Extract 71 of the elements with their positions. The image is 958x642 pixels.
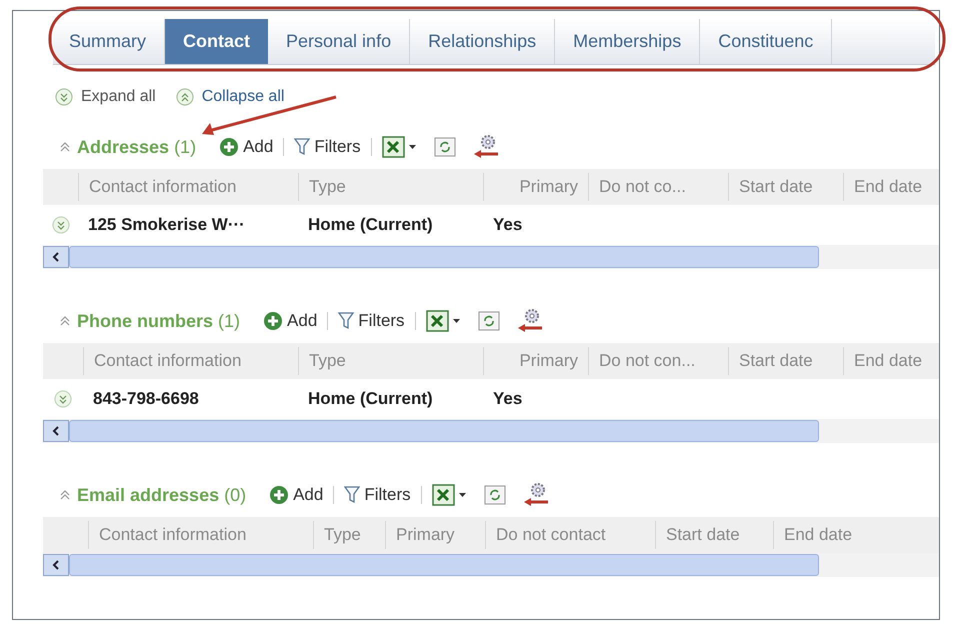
tab[interactable]: Contact	[165, 19, 268, 64]
plus-icon	[270, 486, 288, 504]
horizontal-scrollbar[interactable]	[43, 245, 939, 269]
tab[interactable]: Constituenc	[700, 19, 832, 64]
column-header[interactable]: Contact information	[83, 347, 298, 375]
expand-icon[interactable]	[55, 88, 73, 106]
table-cell-text: Home (Current)	[307, 388, 434, 410]
gear-icon[interactable]	[522, 482, 550, 508]
expand-all-link[interactable]: Expand all	[81, 85, 156, 109]
column-header[interactable]: Do not contact	[485, 521, 655, 549]
gear-icon[interactable]	[516, 308, 544, 334]
column-header[interactable]: Do not con...	[588, 347, 728, 375]
table-cell-text: 843-798-6698	[92, 388, 200, 410]
add-button[interactable]: Add	[220, 134, 274, 160]
spreadsheet-icon[interactable]	[432, 484, 468, 506]
column-header[interactable]: Do not co...	[588, 173, 728, 201]
column-header[interactable]: End date	[773, 521, 873, 549]
filters-button[interactable]: Filters	[294, 134, 361, 160]
refresh-icon[interactable]	[478, 311, 500, 331]
column-header[interactable]: Start date	[728, 173, 843, 201]
refresh-icon[interactable]	[484, 485, 506, 505]
column-header[interactable]: Type	[298, 173, 483, 201]
column-header[interactable]: Start date	[655, 521, 773, 549]
expand-icon[interactable]	[52, 216, 70, 234]
horizontal-scrollbar[interactable]	[43, 419, 939, 443]
chevron-left-icon	[51, 559, 61, 571]
table-cell-text: Yes	[492, 388, 524, 410]
collapse-icon[interactable]	[59, 141, 71, 153]
tab[interactable]: Memberships	[555, 19, 700, 64]
filters-button[interactable]: Filters	[338, 308, 405, 334]
table-cell-text: Home (Current)	[307, 214, 434, 236]
gear-icon[interactable]	[472, 134, 500, 160]
column-header[interactable]: Contact information	[78, 173, 298, 201]
section-title: Phone numbers (1)	[77, 310, 240, 333]
spreadsheet-icon[interactable]	[426, 310, 462, 332]
column-header[interactable]: Start date	[728, 347, 843, 375]
tab[interactable]: Personal info	[268, 19, 410, 64]
column-header[interactable]: Type	[298, 347, 483, 375]
scroll-left-button[interactable]	[43, 554, 69, 576]
expand-icon[interactable]	[54, 390, 72, 408]
funnel-icon	[338, 312, 354, 330]
collapse-icon[interactable]	[59, 489, 71, 501]
filters-button[interactable]: Filters	[344, 482, 411, 508]
chevron-left-icon	[51, 251, 61, 263]
scroll-left-button[interactable]	[43, 246, 69, 268]
add-button[interactable]: Add	[270, 482, 324, 508]
scroll-left-button[interactable]	[43, 420, 69, 442]
column-header[interactable]: Primary	[483, 173, 588, 201]
column-header[interactable]: Type	[313, 521, 385, 549]
column-header[interactable]: End date	[843, 347, 939, 375]
section-title: Email addresses (0)	[77, 484, 246, 507]
section-title: Addresses (1)	[77, 136, 196, 159]
add-button[interactable]: Add	[264, 308, 318, 334]
collapse-all-link[interactable]: Collapse all	[202, 85, 284, 109]
column-header[interactable]: End date	[843, 173, 939, 201]
funnel-icon	[344, 486, 360, 504]
table-cell-text: 125 Smokerise W···	[87, 214, 246, 236]
collapse-icon[interactable]	[59, 315, 71, 327]
tab[interactable]: Relationships	[410, 19, 556, 64]
funnel-icon	[294, 138, 310, 156]
plus-icon	[220, 138, 238, 156]
column-header[interactable]: Primary	[483, 347, 588, 375]
chevron-left-icon	[51, 425, 61, 437]
horizontal-scrollbar[interactable]	[43, 553, 939, 577]
refresh-icon[interactable]	[434, 137, 456, 157]
column-header[interactable]: Contact information	[88, 521, 313, 549]
plus-icon	[264, 312, 282, 330]
collapse-icon[interactable]	[176, 88, 194, 106]
spreadsheet-icon[interactable]	[382, 136, 418, 158]
column-header[interactable]: Primary	[385, 521, 485, 549]
table-cell-text: Yes	[492, 214, 524, 236]
